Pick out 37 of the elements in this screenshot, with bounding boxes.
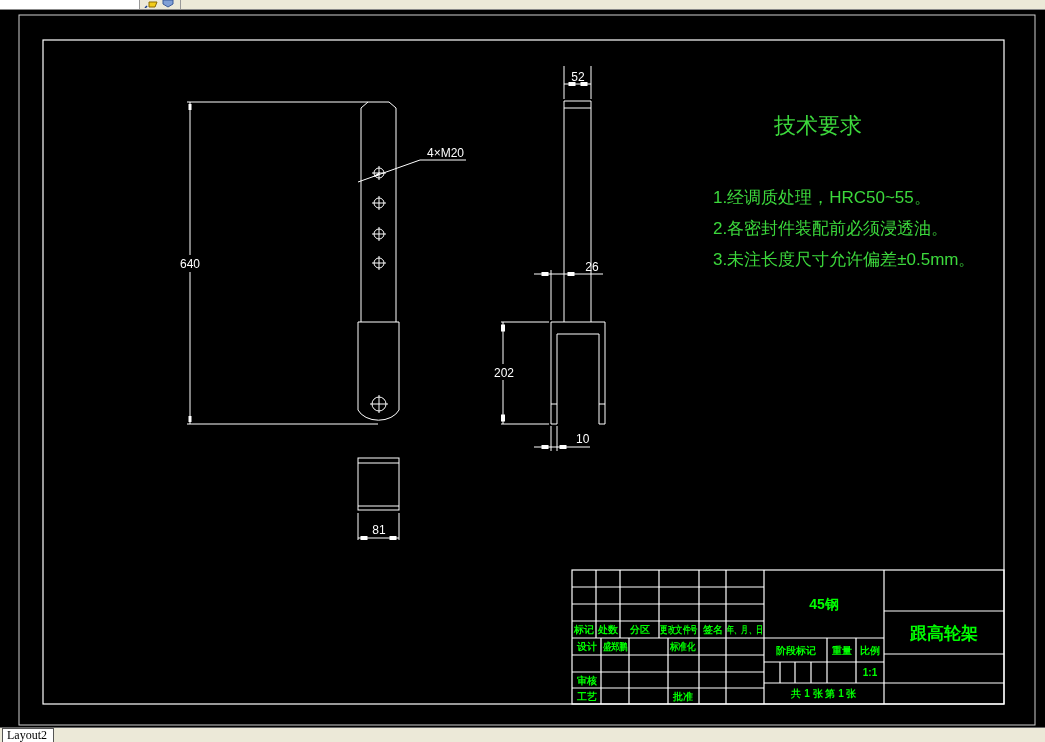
title-block-label: 工艺 (576, 690, 597, 702)
title-block-label: 盛郑鹏 (602, 641, 628, 653)
title-block-label: 阶段标记 (775, 644, 816, 656)
title-block-label: 审核 (576, 674, 597, 686)
title-block-label: 重量 (831, 644, 852, 656)
title-block-label: 共 1 张 第 1 张 (791, 688, 857, 700)
dimension-value: 4×M20 (427, 146, 465, 160)
bracket-bottom-view-drawing (357, 457, 400, 511)
dimension-value: 81 (372, 523, 386, 537)
cube-icon[interactable] (162, 0, 174, 8)
title-block-label: 标准化 (670, 641, 695, 653)
dimension-value: 26 (585, 260, 599, 274)
title-block-label: 比例 (860, 644, 880, 656)
layer-icon[interactable] (144, 0, 158, 8)
dimension-value: 52 (571, 70, 585, 84)
requirement-text: 1.经调质处理，HRC50~55。 (713, 188, 931, 207)
title-block-label: 1:1 (862, 667, 878, 679)
requirement-text: 3.未注长度尺寸允许偏差±0.5mm。 (713, 250, 976, 269)
material-text: 45钢 (809, 596, 839, 613)
title-block-label: 更改文件号 (660, 624, 698, 636)
dimension-value: 202 (494, 366, 514, 380)
title-block-label: 签名 (702, 624, 723, 636)
dimension-line (563, 65, 592, 100)
title-block-label: 年、月、日 (726, 624, 764, 636)
requirements-title: 技术要求 (774, 113, 862, 138)
command-field[interactable] (0, 0, 140, 9)
title-block-label: 处数 (598, 624, 618, 636)
layout-tab[interactable]: Layout2 (2, 728, 54, 742)
dimension-value: 10 (576, 432, 590, 446)
dimension-value: 640 (180, 257, 200, 271)
part-name-text: 跟高轮架 (910, 623, 978, 643)
title-block-label: 标记 (574, 624, 594, 636)
title-block-label: 批准 (672, 690, 693, 702)
title-block-label: 分区 (629, 624, 650, 636)
requirement-text: 2.各密封件装配前必须浸透油。 (713, 219, 949, 238)
title-block-label: 设计 (576, 641, 597, 653)
dimension-line (357, 512, 400, 541)
